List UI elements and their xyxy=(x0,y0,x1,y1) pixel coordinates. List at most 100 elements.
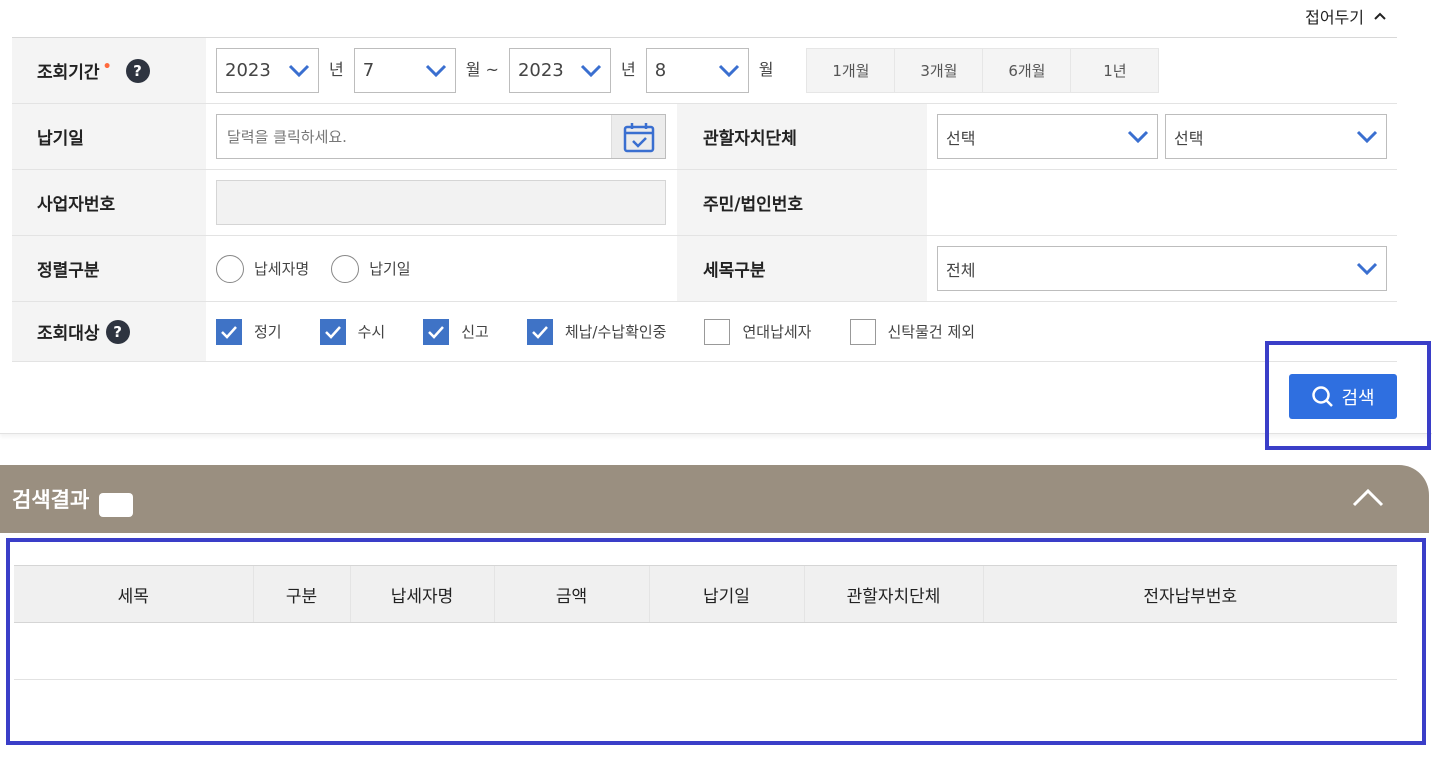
row-period: 조회기간 • ? 2023 년 7 월 ~ 2023 년 8 월 1개월 3개월… xyxy=(12,38,1397,104)
column-header: 구분 xyxy=(252,565,350,623)
tax-item-select[interactable]: 전체 xyxy=(937,246,1387,291)
checkbox[interactable] xyxy=(216,318,242,345)
fold-toggle-label: 접어두기 xyxy=(1305,8,1364,27)
end-month-select[interactable]: 8 xyxy=(645,48,749,93)
chevron-down-icon xyxy=(718,64,739,77)
sort-option-label: 납기일 xyxy=(369,260,411,278)
due-date-cell: 달력을 클릭하세요. xyxy=(206,104,677,169)
row-due-date: 납기일 달력을 클릭하세요. 관할자치단체 선택 선택 xyxy=(12,104,1397,170)
period-1year-button[interactable]: 1년 xyxy=(1070,48,1160,93)
period-1month-button[interactable]: 1개월 xyxy=(806,48,896,93)
result-title: 검색결과 xyxy=(12,488,90,512)
search-button[interactable]: 검색 xyxy=(1289,374,1397,419)
year-unit: 년 xyxy=(329,59,344,79)
end-year-select[interactable]: 2023 xyxy=(508,48,611,93)
target-option-label: 연대납세자 xyxy=(742,323,812,341)
calendar-button[interactable] xyxy=(611,115,665,158)
row-business-no: 사업자번호 주민/법인번호 xyxy=(12,170,1397,236)
resident-no-label: 주민/법인번호 xyxy=(703,195,804,215)
due-date-input[interactable]: 달력을 클릭하세요. xyxy=(216,114,666,159)
chevron-down-icon xyxy=(1356,262,1378,275)
business-no-cell xyxy=(206,170,677,235)
checkbox[interactable] xyxy=(319,318,346,345)
check-icon xyxy=(324,325,341,339)
chevron-up-icon[interactable] xyxy=(1351,485,1385,511)
sort-label-cell: 정렬구분 xyxy=(12,236,206,301)
chevron-down-icon xyxy=(580,64,602,77)
search-form: 조회기간 • ? 2023 년 7 월 ~ 2023 년 8 월 1개월 3개월… xyxy=(12,37,1397,362)
checkbox[interactable] xyxy=(704,318,731,345)
target-check-exclude-trust[interactable]: 신탁물건 제외 xyxy=(849,318,975,345)
period-label: 조회기간 xyxy=(37,63,100,83)
sort-cell: 납세자명 납기일 xyxy=(206,236,677,301)
business-no-input xyxy=(216,180,666,225)
tax-item-label-cell: 세목구분 xyxy=(677,236,927,301)
tax-item-value: 전체 xyxy=(946,260,976,280)
column-header: 납기일 xyxy=(648,565,804,623)
start-year-select[interactable]: 2023 xyxy=(216,48,319,93)
chevron-down-icon xyxy=(1356,130,1378,143)
target-check-occasional[interactable]: 수시 xyxy=(319,318,385,345)
help-icon[interactable]: ? xyxy=(125,58,150,83)
sort-radio-taxpayer[interactable]: 납세자명 xyxy=(216,254,310,283)
year-unit: 년 xyxy=(620,59,636,79)
jurisdiction-select-1[interactable]: 선택 xyxy=(937,114,1158,159)
period-6month-button[interactable]: 6개월 xyxy=(982,48,1072,93)
resident-no-label-cell: 주민/법인번호 xyxy=(677,170,927,235)
column-header: 금액 xyxy=(493,565,649,623)
period-3month-button[interactable]: 3개월 xyxy=(894,48,984,93)
jurisdiction-select-2[interactable]: 선택 xyxy=(1165,114,1387,159)
checkbox[interactable] xyxy=(423,318,450,345)
jurisdiction-cell: 선택 선택 xyxy=(927,104,1387,169)
column-header: 납세자명 xyxy=(349,565,494,623)
period-input-cell: 2023 년 7 월 ~ 2023 년 8 월 1개월 3개월 6개월 1년 xyxy=(206,38,1160,103)
checkbox[interactable] xyxy=(526,318,553,345)
month-unit: 월 xyxy=(758,59,774,79)
tax-item-label: 세목구분 xyxy=(703,261,766,281)
row-target: 조회대상 ? 정기 수시 신고 체납/수납확인중 연대납세자 신탁물건 제외 xyxy=(12,302,1397,362)
jurisdiction-select-1-value: 선택 xyxy=(946,128,976,148)
column-header: 세목 xyxy=(14,565,253,623)
column-header: 관할자치단체 xyxy=(803,565,983,623)
target-check-report[interactable]: 신고 xyxy=(423,318,489,345)
target-check-regular[interactable]: 정기 xyxy=(216,318,282,345)
target-label: 조회대상 xyxy=(37,324,100,344)
table-row xyxy=(14,622,1397,680)
radio-circle[interactable] xyxy=(216,254,244,283)
end-month-value: 8 xyxy=(654,60,667,81)
radio-circle[interactable] xyxy=(331,254,360,283)
jurisdiction-select-2-value: 선택 xyxy=(1174,128,1204,148)
table-header-row: 세목 구분 납세자명 금액 납기일 관할자치단체 전자납부번호 xyxy=(14,565,1397,623)
check-icon xyxy=(531,325,548,339)
business-no-label: 사업자번호 xyxy=(37,195,116,215)
target-check-joint-taxpayer[interactable]: 연대납세자 xyxy=(704,318,812,345)
result-count-badge xyxy=(99,493,134,517)
sort-option-label: 납세자명 xyxy=(254,260,310,278)
jurisdiction-label-cell: 관할자치단체 xyxy=(677,104,927,169)
help-icon[interactable]: ? xyxy=(105,319,130,344)
business-no-label-cell: 사업자번호 xyxy=(12,170,206,235)
check-icon xyxy=(221,325,237,339)
search-button-label: 검색 xyxy=(1341,387,1375,409)
fold-toggle[interactable]: 접어두기 xyxy=(1305,4,1386,28)
period-label-cell: 조회기간 • ? xyxy=(12,38,206,103)
target-cell: 정기 수시 신고 체납/수납확인중 연대납세자 신탁물건 제외 xyxy=(206,302,1013,361)
target-label-cell: 조회대상 ? xyxy=(12,302,206,361)
due-date-label-cell: 납기일 xyxy=(12,104,206,169)
target-check-arrears[interactable]: 체납/수납확인중 xyxy=(526,318,667,345)
chevron-up-icon xyxy=(1374,12,1386,20)
result-table: 세목 구분 납세자명 금액 납기일 관할자치단체 전자납부번호 xyxy=(14,565,1397,680)
start-month-value: 7 xyxy=(362,60,375,81)
start-year-value: 2023 xyxy=(225,60,271,81)
resident-no-cell xyxy=(927,170,937,235)
column-header: 전자납부번호 xyxy=(982,565,1397,623)
chevron-down-icon xyxy=(288,64,310,77)
checkbox[interactable] xyxy=(849,318,876,345)
table-cell xyxy=(14,622,1397,680)
sort-radio-due-date[interactable]: 납기일 xyxy=(331,254,411,283)
target-option-label: 체납/수납확인중 xyxy=(564,323,667,341)
target-option-label: 정기 xyxy=(254,323,282,341)
row-sort: 정렬구분 납세자명 납기일 세목구분 전체 xyxy=(12,236,1397,302)
start-month-select[interactable]: 7 xyxy=(353,48,456,93)
result-header: 검색결과 xyxy=(0,465,1429,533)
